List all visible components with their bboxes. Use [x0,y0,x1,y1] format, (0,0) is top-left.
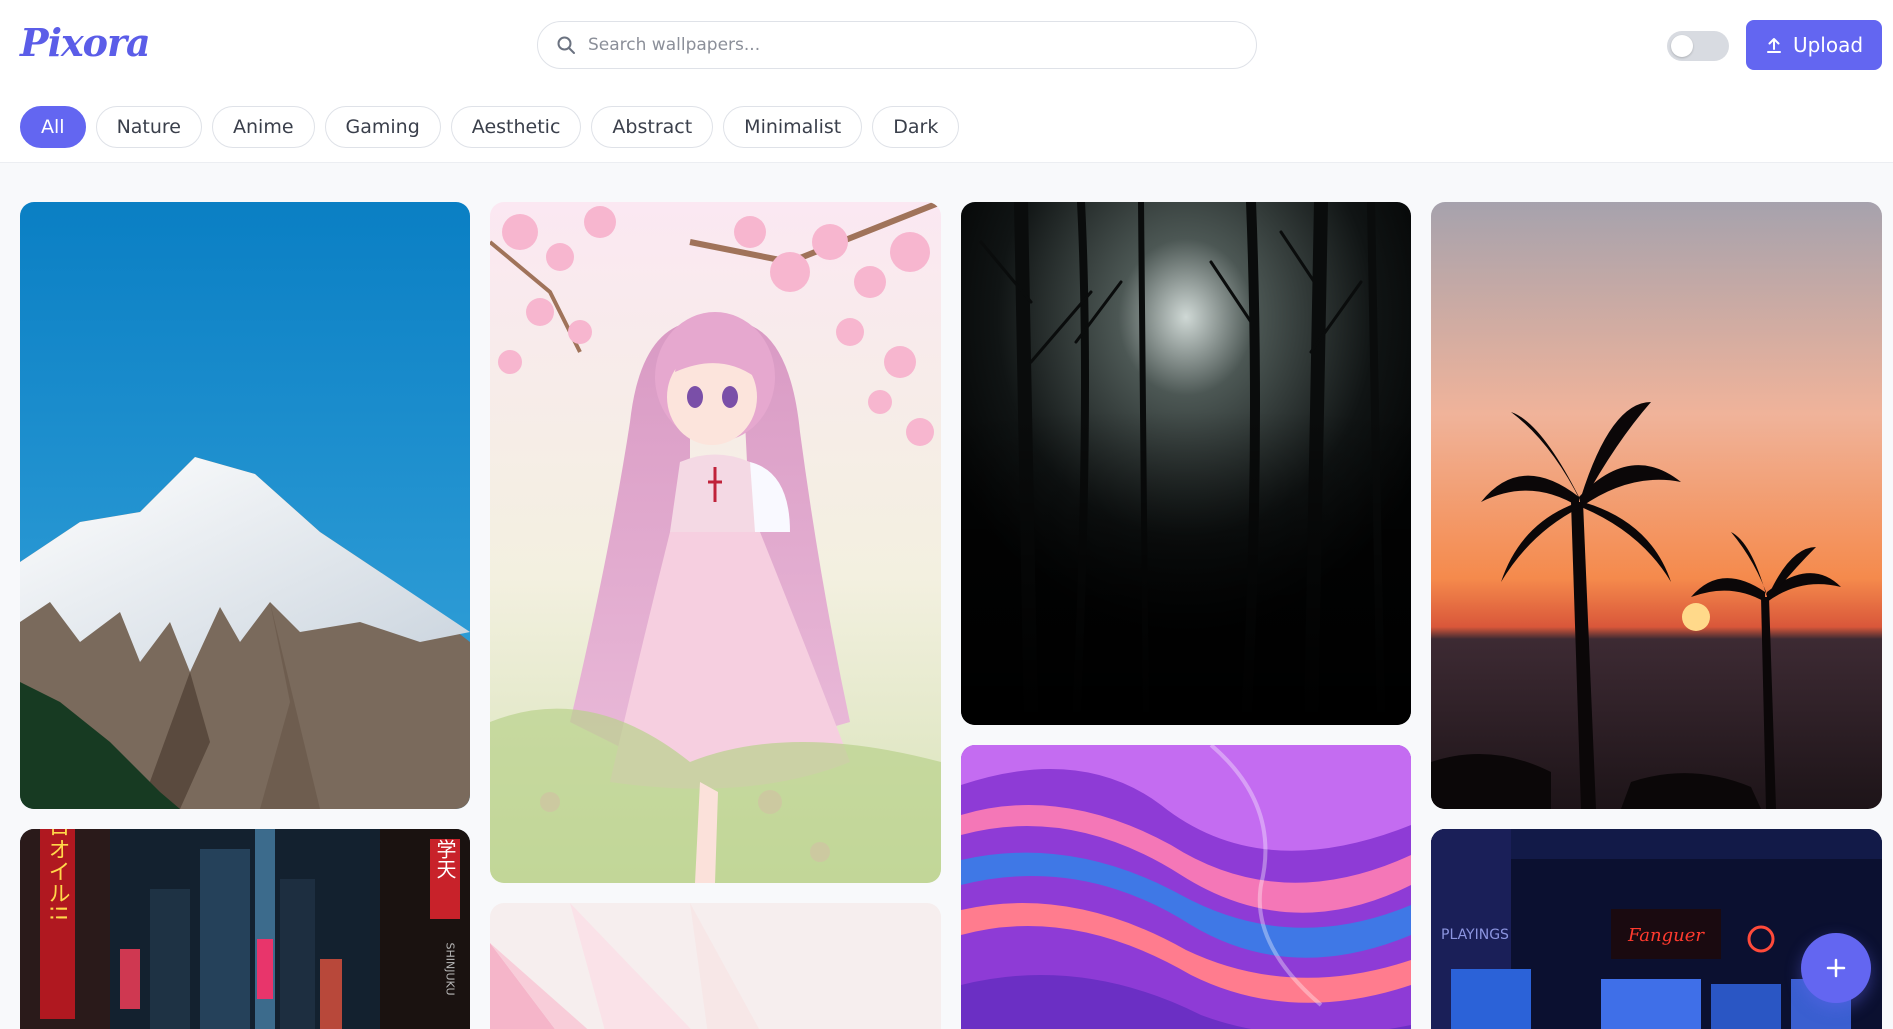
category-chip-minimalist[interactable]: Minimalist [723,106,863,148]
upload-label: Upload [1792,33,1864,57]
toggle-knob [1671,35,1693,57]
search-icon [557,36,575,54]
fluid-abstract-wallpaper[interactable] [961,745,1411,1029]
category-chip-all[interactable]: All [20,106,86,148]
pink-geometric-wallpaper[interactable] [490,903,941,1029]
mountain-wallpaper[interactable] [20,202,470,809]
wall-text: PLAYINGS [1441,927,1509,943]
neon-city-image: ロオイル!! 学天 SHINJUKU [20,829,470,1029]
neon-city-wallpaper[interactable]: ロオイル!! 学天 SHINJUKU [20,829,470,1029]
theme-toggle[interactable] [1667,31,1729,61]
gaming-room-image: PLAYINGS Fanguer [1431,829,1882,1029]
category-filter: All Nature Anime Gaming Aesthetic Abstra… [20,106,960,148]
category-chip-abstract[interactable]: Abstract [591,106,714,148]
dark-forest-image [961,202,1411,725]
category-chip-aesthetic[interactable]: Aesthetic [450,106,582,148]
palm-sunset-image [1431,202,1882,809]
search-bar[interactable] [537,21,1257,69]
neon-sign-right: 学天 [433,839,457,879]
upload-icon [1766,38,1781,53]
search-input[interactable] [588,32,1228,58]
neon-sign-left: ロオイル!! [45,829,70,922]
anime-girl-wallpaper[interactable] [490,202,941,883]
top-bar: Pixora Upload All Nature Anime Gaming Ae… [0,0,1893,163]
palm-sunset-wallpaper[interactable] [1431,202,1882,809]
upload-button[interactable]: Upload [1746,20,1882,70]
gaming-room-wallpaper[interactable]: PLAYINGS Fanguer [1431,829,1882,1029]
category-chip-gaming[interactable]: Gaming [324,106,441,148]
fluid-abstract-image [961,745,1411,1029]
anime-girl-image [490,202,941,883]
dark-forest-wallpaper[interactable] [961,202,1411,725]
pink-geometric-image [490,903,941,1029]
app-logo[interactable]: Pixora [20,20,151,65]
category-chip-dark[interactable]: Dark [872,106,960,148]
category-chip-nature[interactable]: Nature [95,106,202,148]
category-chip-anime[interactable]: Anime [212,106,315,148]
neon-sign-street: SHINJUKU [444,943,457,996]
mountain-image [20,202,470,809]
add-wallpaper-fab[interactable] [1801,933,1871,1003]
plus-icon [1826,958,1846,978]
neon-sign-fanguer: Fanguer [1627,925,1705,946]
